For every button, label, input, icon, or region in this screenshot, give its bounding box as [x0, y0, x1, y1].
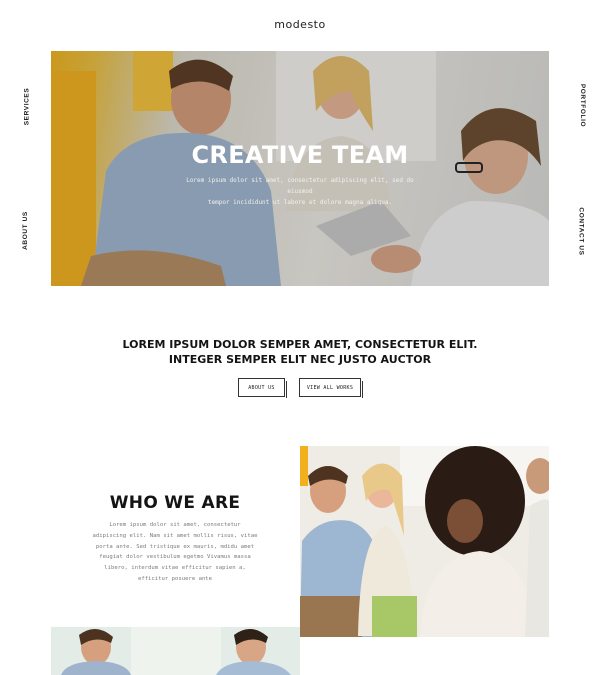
who-text-line: adipiscing elit. Nam sit amet mollis ris… [92, 532, 258, 539]
nav-about-link[interactable]: ABOUT US [22, 211, 29, 250]
intro-headline: LOREM IPSUM DOLOR SEMPER AMET, CONSECTET… [0, 338, 600, 367]
intro-headline-line: LOREM IPSUM DOLOR SEMPER AMET, CONSECTET… [122, 338, 478, 351]
who-text-line: feugiat dolor vestibulum egetmo Vivamus … [99, 554, 251, 561]
site-logo[interactable]: modesto [0, 18, 600, 31]
hero-title: CREATIVE TEAM [191, 141, 409, 169]
who-text-line: porta ante. Sed tristique ex mauris, mdi… [95, 543, 255, 550]
hero-description: Lorem ipsum dolor sit amet, consectetur … [175, 175, 425, 208]
who-text-line: Lorem ipsum dolor sit amet, consectetur [109, 522, 241, 528]
team-discussion-photo [51, 627, 300, 675]
team-meeting-illustration [300, 446, 549, 637]
nav-portfolio-link[interactable]: PORTFOLIO [579, 84, 586, 127]
who-text-line: efficitur posuere ante [137, 575, 213, 582]
nav-services-link[interactable]: SERVICES [23, 88, 30, 126]
hero-description-line: Lorem ipsum dolor sit amet, consectetur … [186, 177, 414, 195]
who-we-are-text: Lorem ipsum dolor sit amet, consectetur … [90, 520, 260, 585]
who-we-are-title: WHO WE ARE [109, 493, 241, 513]
hero-description-line: tempor incididunt ut labore et dolore ma… [207, 199, 393, 206]
nav-contact-link[interactable]: CONTACT US [578, 207, 585, 255]
team-meeting-photo [300, 446, 549, 637]
view-all-works-button[interactable]: VIEW ALL WORKS [299, 378, 363, 398]
who-text-line: libero, interdum vitae efficitur sapien … [104, 565, 246, 572]
team-discussion-illustration [61, 627, 291, 675]
about-us-button[interactable]: ABOUT US [238, 378, 287, 398]
intro-headline-line: INTEGER SEMPER ELIT NEC JUSTO AUCTOR [168, 352, 432, 366]
